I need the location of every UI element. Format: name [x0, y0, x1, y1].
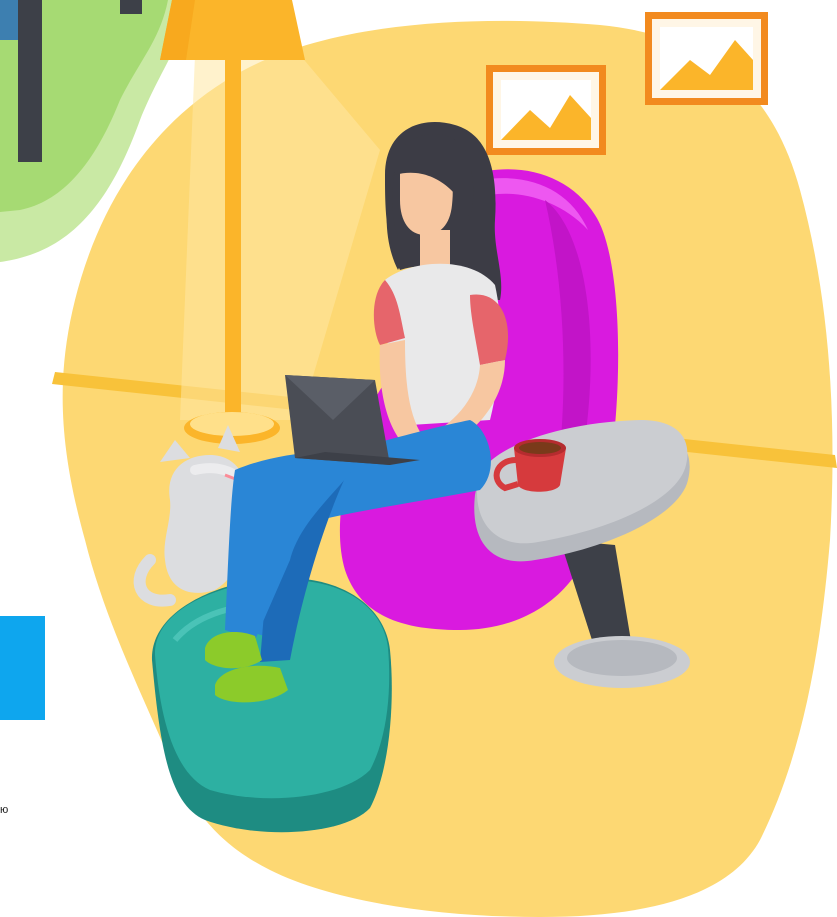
blue-side-panel — [0, 616, 45, 720]
picture-frame-right — [645, 12, 768, 105]
edge-text: ю — [0, 804, 9, 816]
illustration-scene — [0, 0, 837, 917]
picture-frame-left — [486, 65, 606, 155]
